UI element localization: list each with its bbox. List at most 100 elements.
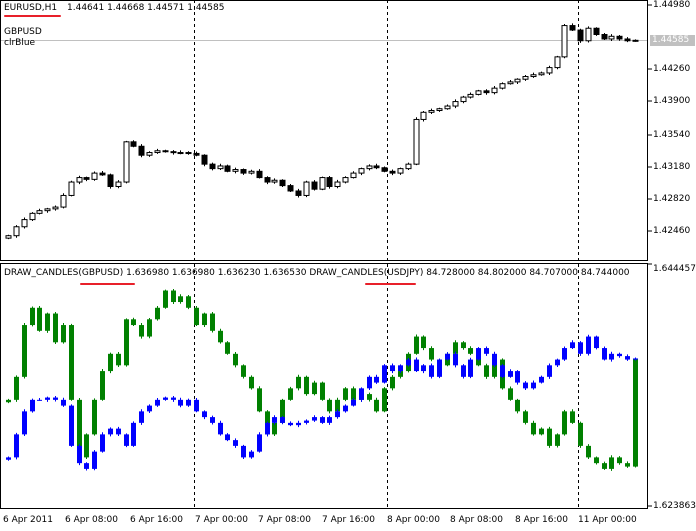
gbpusd-candle	[30, 306, 35, 327]
usdjpy-candle	[382, 364, 387, 384]
time-label: 8 Apr 16:00	[515, 515, 568, 525]
price-candle	[44, 207, 51, 213]
gbpusd-candle	[257, 386, 262, 413]
gbpusd-candle	[312, 380, 317, 396]
gbpusd-candle	[562, 409, 567, 436]
price-candle	[138, 144, 145, 158]
price-candle	[209, 162, 216, 171]
price-candle	[68, 180, 75, 197]
gbpusd-candle	[163, 289, 168, 309]
usdjpy-candle	[210, 415, 215, 425]
usdjpy-candle	[453, 351, 458, 368]
time-label: 8 Apr 08:00	[450, 515, 503, 525]
usdjpy-candle	[437, 358, 442, 379]
usdjpy-candle	[296, 420, 301, 428]
price-candle	[420, 111, 427, 122]
gbpusd-candle	[570, 409, 575, 424]
time-label: 11 Apr 00:00	[578, 515, 637, 525]
gbpusd-candle	[390, 375, 395, 391]
usdjpy-candle	[304, 419, 309, 425]
gbpusd-candle	[343, 387, 348, 402]
price-candle	[467, 92, 474, 99]
price-candle	[146, 151, 153, 157]
price-candle	[99, 170, 106, 176]
price-candle	[36, 208, 43, 215]
gbpusd-candle	[22, 322, 27, 379]
price-candle	[499, 82, 506, 90]
price-axis-label: 1.44260	[653, 64, 691, 74]
gbpusd-candle	[124, 318, 129, 367]
indicator-color: clrBlue	[4, 38, 36, 48]
price-candle	[91, 171, 98, 181]
usdjpy-candle	[586, 334, 591, 356]
gbpusd-candle	[139, 322, 144, 339]
gbpusd-candle	[320, 381, 325, 401]
gbpusd-candle	[555, 433, 560, 448]
usdjpy-candle	[500, 364, 505, 379]
gbpusd-candle	[69, 323, 74, 401]
usdjpy-candle	[562, 346, 567, 361]
usdjpy-candle	[594, 335, 599, 350]
gbpusd-candle	[6, 398, 11, 404]
price-candle	[52, 205, 59, 211]
price-candle	[483, 89, 490, 95]
price-candle	[177, 150, 184, 155]
price-candle	[170, 150, 177, 155]
usdjpy-candle	[508, 369, 513, 378]
time-label: 7 Apr 16:00	[322, 515, 375, 525]
usdjpy-candle	[609, 351, 614, 362]
ohlc-values: 1.44641 1.44668 1.44571 1.44585	[67, 3, 225, 13]
usdjpy-candle	[155, 398, 160, 407]
main-candles	[5, 23, 639, 240]
gbpusd-candle	[414, 334, 419, 355]
gbpusd-candle	[171, 289, 176, 305]
gbpusd-candle	[374, 397, 379, 413]
usdjpy-candle	[100, 432, 105, 453]
usdjpy-candle	[116, 426, 121, 437]
price-candle	[279, 179, 286, 187]
price-candle	[413, 117, 420, 166]
sub-axis-max: 1.644457	[653, 264, 696, 274]
usdjpy-candle	[139, 409, 144, 425]
usdjpy-candle	[523, 381, 528, 391]
sub-candles	[6, 289, 638, 471]
usdjpy-candle	[69, 404, 74, 447]
price-candle	[83, 176, 90, 182]
gbpusd-candle	[382, 387, 387, 413]
usdjpy-candle	[61, 397, 66, 407]
time-label: 7 Apr 00:00	[195, 515, 248, 525]
price-candle	[507, 80, 514, 85]
gbpusd-candle	[218, 328, 223, 344]
usdjpy-candle	[343, 404, 348, 413]
gbpusd-candle	[116, 352, 121, 367]
price-candle	[436, 107, 443, 112]
usdjpy-candle	[77, 444, 82, 466]
gbpusd-candle	[484, 363, 489, 379]
price-axis-label: 1.43540	[653, 130, 691, 140]
gbpusd-candle	[586, 444, 591, 460]
price-candle	[358, 167, 365, 176]
gbpusd-candle	[508, 386, 513, 401]
usdjpy-candle	[108, 427, 113, 437]
gbpusd-candle	[210, 312, 215, 333]
usdjpy-candle	[178, 397, 183, 408]
usdjpy-candle	[22, 409, 27, 437]
gbpusd-candle	[288, 386, 293, 401]
price-candle	[224, 164, 231, 173]
price-candle	[311, 180, 318, 191]
usdjpy-candle	[202, 410, 207, 420]
price-candle	[389, 169, 396, 176]
gbpusd-candle	[147, 318, 152, 339]
price-candle	[624, 37, 631, 43]
price-candle	[13, 225, 20, 238]
series2-label: DRAW_CANDLES(USDJPY)	[309, 268, 424, 278]
usdjpy-candle	[171, 396, 176, 402]
gbpusd-candle	[547, 426, 552, 448]
current-price-badge: 1.44585	[650, 35, 695, 46]
price-candle	[373, 163, 380, 170]
price-candle	[295, 188, 302, 198]
price-candle	[217, 163, 224, 170]
usdjpy-candle	[390, 363, 395, 374]
usdjpy-candle	[539, 375, 544, 384]
usdjpy-candle	[92, 450, 97, 471]
